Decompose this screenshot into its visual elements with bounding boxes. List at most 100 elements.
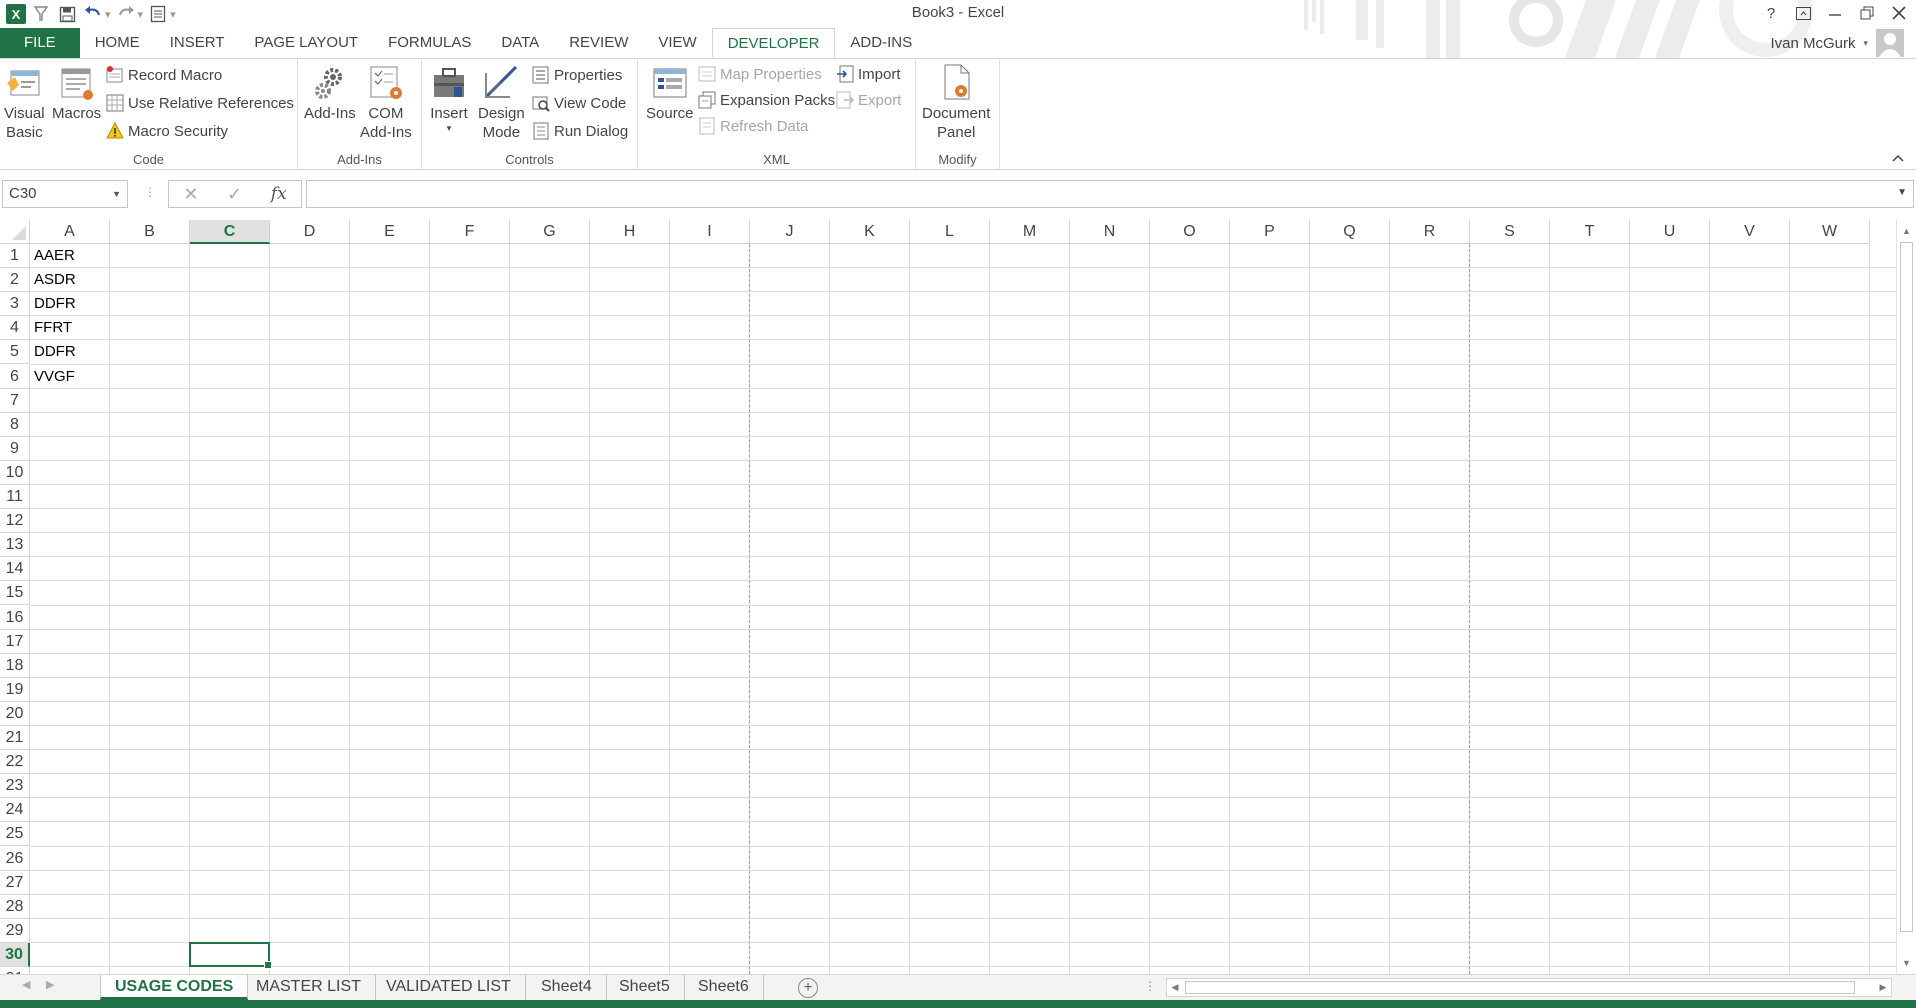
form-icon[interactable] [147,3,169,25]
row-header-5[interactable]: 5 [0,340,30,365]
row-header-26[interactable]: 26 [0,846,30,871]
cell-a5[interactable]: DDFR [30,340,110,364]
column-header-l[interactable]: L [910,220,990,244]
formula-input[interactable]: ▼ [306,180,1914,208]
customize-qat-icon[interactable]: ▾ [170,8,176,21]
horizontal-scrollbar[interactable]: ◀ ▶ [1166,978,1892,997]
macros-button[interactable]: Macros [52,63,101,123]
add-ins-button[interactable]: Add-Ins [304,63,356,123]
insert-controls-button[interactable]: Insert ▾ [430,63,468,133]
properties-button[interactable]: Properties [532,64,622,86]
column-header-i[interactable]: I [670,220,750,244]
column-header-j[interactable]: J [750,220,830,244]
refresh-data-button[interactable]: Refresh Data [698,115,808,137]
tab-add-ins[interactable]: ADD-INS [835,28,927,58]
run-dialog-button[interactable]: Run Dialog [532,120,628,142]
row-header-24[interactable]: 24 [0,798,30,823]
tab-split-handle[interactable]: ⋮ [1144,979,1156,993]
prev-sheet-icon[interactable]: ◀ [22,978,30,991]
map-properties-button[interactable]: Map Properties [698,63,822,85]
tab-insert[interactable]: INSERT [155,28,240,58]
row-header-29[interactable]: 29 [0,918,30,943]
tab-review[interactable]: REVIEW [554,28,643,58]
tab-file[interactable]: FILE [0,28,80,58]
column-header-e[interactable]: E [350,220,430,244]
row-header-10[interactable]: 10 [0,460,30,485]
select-all-button[interactable] [0,220,30,244]
cell-a4[interactable]: FFRT [30,316,110,340]
worksheet-grid[interactable]: A B C D E F G H I J K L M N O P Q R S T U V W 1 2 3 4 5 6 7 8 9 10 11 12 13… [0,220,1896,974]
column-header-r[interactable]: R [1390,220,1470,244]
row-header-3[interactable]: 3 [0,292,30,317]
add-sheet-icon[interactable]: + [798,978,818,998]
row-header-20[interactable]: 20 [0,701,30,726]
row-header-9[interactable]: 9 [0,436,30,461]
cell-a6[interactable]: VVGF [30,365,110,389]
com-add-ins-button[interactable]: COM Add-Ins [360,63,412,142]
row-header-2[interactable]: 2 [0,268,30,293]
tab-data[interactable]: DATA [486,28,554,58]
column-header-c[interactable]: C [190,220,270,244]
horizontal-scroll-thumb[interactable] [1185,981,1855,994]
row-header-17[interactable]: 17 [0,629,30,654]
ribbon-display-options-icon[interactable] [1792,2,1814,24]
excel-logo-icon[interactable]: X [6,4,26,24]
row-header-27[interactable]: 27 [0,870,30,895]
tab-home[interactable]: HOME [80,28,155,58]
row-header-16[interactable]: 16 [0,605,30,630]
source-button[interactable]: Source [646,63,694,123]
row-header-12[interactable]: 12 [0,509,30,534]
row-header-14[interactable]: 14 [0,557,30,582]
tab-formulas[interactable]: FORMULAS [373,28,486,58]
record-macro-button[interactable]: Record Macro [106,64,222,86]
row-header-28[interactable]: 28 [0,894,30,919]
user-account[interactable]: Ivan McGurk ▾ [1770,28,1904,58]
insert-function-icon[interactable]: fx [271,184,287,204]
sheet-tab-usage-codes[interactable]: USAGE CODES [100,975,249,1000]
row-header-22[interactable]: 22 [0,750,30,775]
expand-formula-bar-icon[interactable]: ▼ [1897,187,1907,198]
column-header-d[interactable]: D [270,220,350,244]
row-header-11[interactable]: 11 [0,485,30,510]
redo-dropdown-icon[interactable]: ▾ [138,8,144,21]
export-button[interactable]: Export [836,89,901,111]
column-header-b[interactable]: B [110,220,190,244]
column-header-q[interactable]: Q [1310,220,1390,244]
cell-a1[interactable]: AAER [30,244,110,268]
sheet-tab-sheet4[interactable]: Sheet4 [527,975,607,1000]
scroll-left-icon[interactable]: ◀ [1167,979,1183,996]
row-header-15[interactable]: 15 [0,581,30,606]
confirm-entry-icon[interactable]: ✓ [227,184,242,205]
row-header-13[interactable]: 13 [0,533,30,558]
undo-dropdown-icon[interactable]: ▾ [105,8,111,21]
row-header-19[interactable]: 19 [0,677,30,702]
document-panel-button[interactable]: Document Panel [922,63,990,142]
use-relative-references-button[interactable]: Use Relative References [106,92,294,114]
import-button[interactable]: Import [836,63,901,85]
row-header-21[interactable]: 21 [0,726,30,751]
row-header-23[interactable]: 23 [0,774,30,799]
macro-security-button[interactable]: Macro Security [106,120,228,142]
minimize-icon[interactable] [1824,2,1846,24]
row-header-7[interactable]: 7 [0,388,30,413]
sheet-tab-master-list[interactable]: MASTER LIST [242,975,376,1000]
tab-page-layout[interactable]: PAGE LAYOUT [239,28,373,58]
active-cell[interactable] [189,941,272,970]
row-header-25[interactable]: 25 [0,822,30,847]
touch-mode-icon[interactable] [30,3,52,25]
vertical-scrollbar[interactable]: ▲ ▼ [1896,220,1916,974]
column-header-n[interactable]: N [1070,220,1150,244]
expansion-packs-button[interactable]: Expansion Packs [698,89,835,111]
row-header-1[interactable]: 1 [0,244,30,269]
column-header-v[interactable]: V [1710,220,1790,244]
row-header-30[interactable]: 30 [0,942,30,967]
formula-bar-resize-handle[interactable]: ⋮ [144,185,156,199]
help-icon[interactable]: ? [1760,2,1782,24]
column-header-m[interactable]: M [990,220,1070,244]
row-header-31[interactable]: 31 [0,967,30,974]
view-code-button[interactable]: View Code [532,92,626,114]
visual-basic-button[interactable]: Visual Basic [4,63,45,142]
restore-icon[interactable] [1856,2,1878,24]
column-header-t[interactable]: T [1550,220,1630,244]
scroll-down-icon[interactable]: ▼ [1897,954,1916,972]
